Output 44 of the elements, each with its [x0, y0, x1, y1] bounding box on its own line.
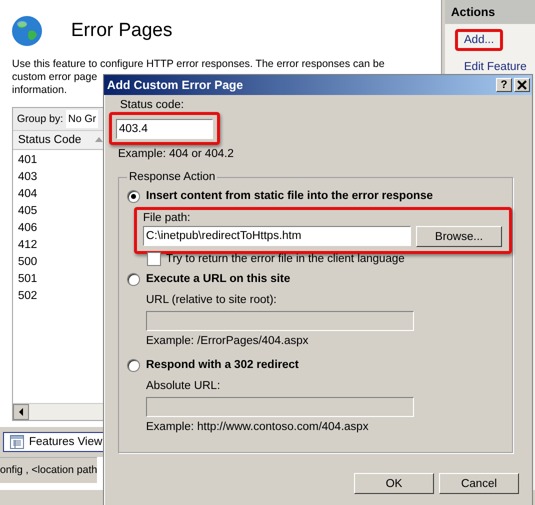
column-header[interactable]: Status Code	[13, 131, 104, 149]
status-code-cell-text: 502	[17, 289, 38, 304]
description-line: Use this feature to configure HTTP error responses. The error responses can be	[12, 58, 385, 71]
group-by-label: Group by:	[17, 113, 64, 125]
checkbox-label[interactable]: Try to return the error file in the client language	[166, 253, 405, 265]
browse-button[interactable]: Browse...	[416, 226, 502, 247]
status-code-cell-text: 412	[17, 238, 38, 253]
help-button[interactable]: ?	[496, 78, 512, 92]
status-code-cell-text: 406	[17, 221, 38, 236]
group-by-dropdown[interactable]: No Gr	[66, 110, 98, 128]
field-hint: Example: /ErrorPages/404.aspx	[146, 334, 310, 348]
status-bar-text: onfig , <location path	[0, 457, 98, 483]
radio-button[interactable]	[127, 190, 140, 202]
status-code-label: Status code:	[119, 99, 185, 112]
status-code-cell-text: 500	[17, 255, 38, 270]
dialog-title: Add Custom Error Page	[107, 78, 244, 92]
action-link[interactable]: Add...	[455, 29, 504, 51]
status-code-cell-text: 401	[17, 153, 38, 168]
scroll-left-icon[interactable]	[13, 404, 29, 420]
file-path-field[interactable]: C:\inetpub\redirectToHttps.htm	[143, 226, 411, 246]
page-title: Error Pages	[71, 20, 172, 42]
status-code-cell-text: 501	[17, 272, 38, 287]
close-button[interactable]	[514, 78, 530, 92]
column-title: Status Code	[18, 134, 82, 146]
cancel-button[interactable]: Cancel	[439, 473, 519, 494]
field-label: Absolute URL:	[146, 380, 222, 393]
status-code-field[interactable]: 403.4	[116, 119, 213, 139]
status-code-cell-text: 405	[17, 204, 38, 219]
status-code-hint: Example: 404 or 404.2	[118, 147, 235, 161]
action-link[interactable]: Edit Feature	[455, 56, 535, 78]
group-title: Response Action	[128, 171, 216, 183]
description-line: information.	[12, 84, 67, 97]
option-label[interactable]: Insert content from static file into the error response	[146, 190, 433, 202]
ok-button[interactable]: OK	[354, 473, 434, 494]
status-code-cell-text: 404	[17, 187, 38, 202]
globe-icon	[11, 15, 43, 47]
description-line: custom error page	[12, 71, 98, 84]
field-label: URL (relative to site root):	[146, 294, 278, 307]
checkbox[interactable]	[147, 252, 161, 266]
actions-header: Actions	[445, 0, 535, 24]
field-hint: Example: http://www.contoso.com/404.aspx	[146, 420, 370, 434]
features-view-icon	[10, 435, 24, 449]
status-code-cell-text: 403	[17, 170, 38, 185]
field-label: File path:	[143, 212, 192, 225]
